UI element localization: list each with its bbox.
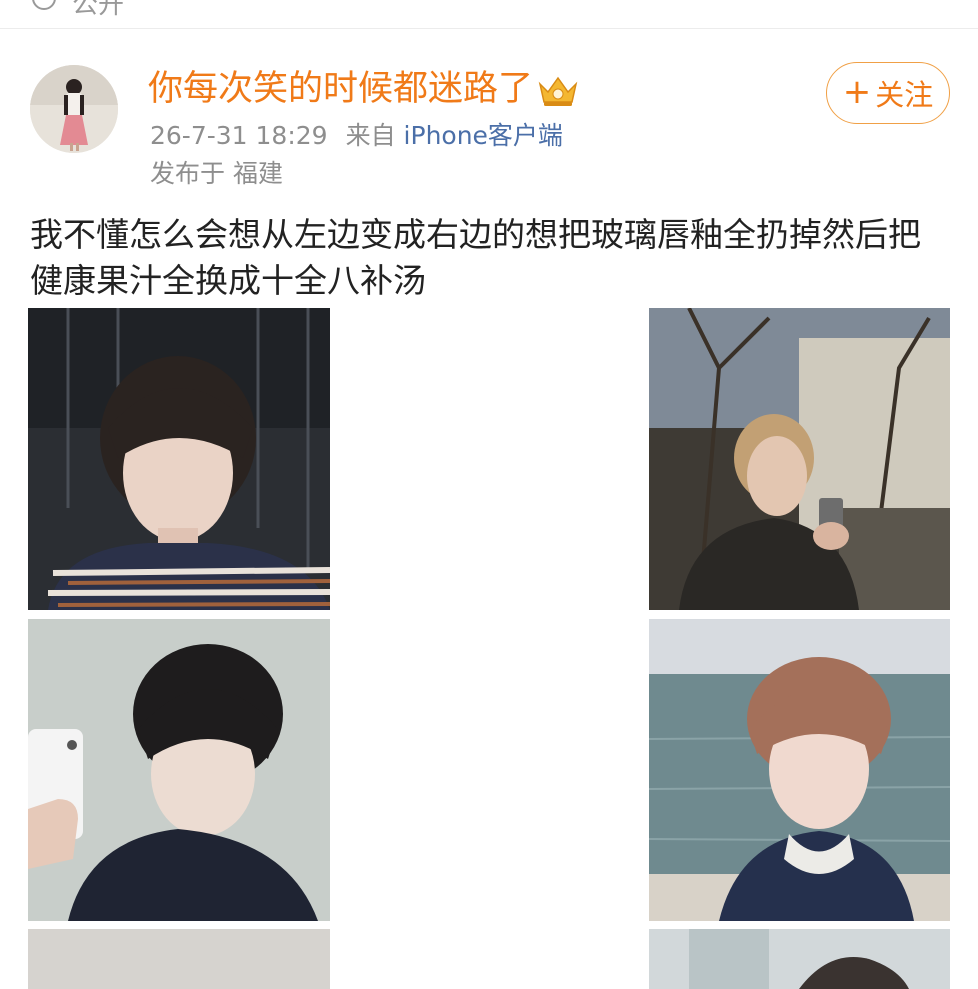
plus-icon: +	[842, 71, 872, 112]
username[interactable]: 你每次笑的时候都迷路了	[148, 66, 533, 112]
photo-2[interactable]	[649, 308, 950, 610]
photo-4[interactable]	[649, 619, 950, 921]
globe-icon	[32, 0, 56, 10]
post-location: 发布于 福建	[150, 159, 283, 188]
source-link[interactable]: iPhone客户端	[404, 121, 563, 150]
follow-button[interactable]: + 关注	[826, 62, 950, 124]
follow-button-label: 关注	[875, 78, 934, 112]
photo-1[interactable]	[28, 308, 330, 610]
post-time: 26-7-31 18:29	[150, 121, 328, 150]
top-bar: 公开	[0, 0, 978, 29]
vip-crown-icon	[536, 72, 580, 108]
avatar[interactable]	[30, 65, 118, 153]
post-text: 我不懂怎么会想从左边变成右边的想把玻璃唇釉全扔掉然后把健康果汁全换成十全八补汤	[30, 215, 921, 300]
photo-6[interactable]	[649, 929, 950, 989]
source-prefix: 来自	[345, 121, 396, 150]
photo-3[interactable]	[28, 619, 330, 921]
photo-5[interactable]	[28, 929, 330, 989]
visibility-label: 公开	[72, 0, 125, 20]
post-meta: 26-7-31 18:29 来自 iPhone客户端	[150, 118, 563, 154]
